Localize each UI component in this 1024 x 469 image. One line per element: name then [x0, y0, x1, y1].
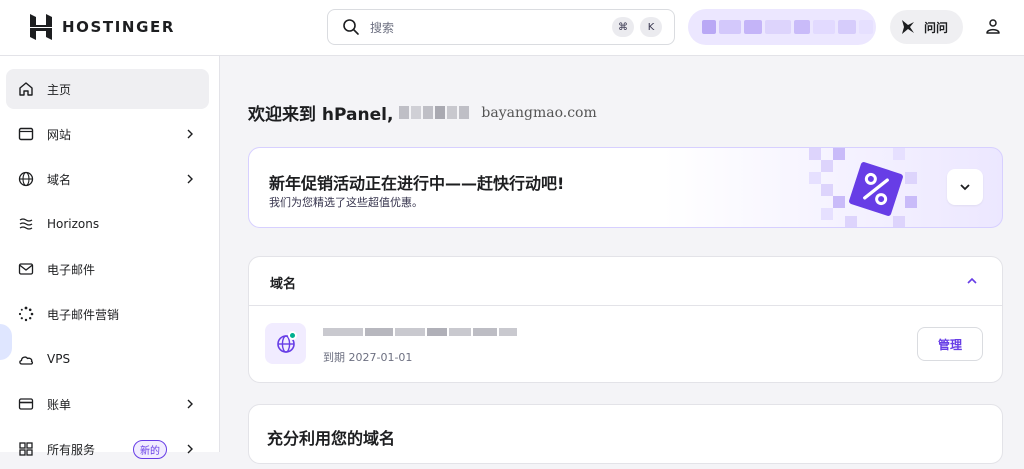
account-name-redacted [702, 20, 873, 34]
domains-card-header[interactable]: 域名 [249, 257, 1002, 306]
sidebar-item-email[interactable]: 电子邮件 [6, 249, 209, 289]
hostinger-logo-icon [30, 14, 52, 40]
sidebar-item-domains[interactable]: 域名 [6, 159, 209, 199]
sidebar-item-email-marketing[interactable]: 电子邮件营销 [6, 294, 209, 334]
sidebar-item-label: 电子邮件 [47, 262, 96, 277]
promo-expand-button[interactable] [947, 169, 983, 205]
search-icon [343, 19, 359, 35]
chevron-right-icon [187, 129, 193, 139]
sidebar: 主页 网站 域名 Horizons 电子邮件 电子邮件营销 VPS 账单 所有服… [0, 56, 220, 459]
shortcut-cmd-key: ⌘ [612, 17, 634, 37]
promo-subtitle: 我们为您精选了这些超值优惠。 [269, 196, 423, 209]
sidebar-item-home[interactable]: 主页 [6, 69, 209, 109]
sidebar-item-billing[interactable]: 账单 [6, 384, 209, 424]
sidebar-item-websites[interactable]: 网站 [6, 114, 209, 154]
ask-ai-button[interactable]: 问问 [890, 10, 963, 44]
domains-card: 域名 到期 2027-01-01 管理 [248, 256, 1003, 383]
domain-expiry-date: 到期 2027-01-01 [323, 351, 413, 364]
globe-icon [18, 171, 34, 187]
sidebar-item-horizons[interactable]: Horizons [6, 204, 209, 244]
domain-tips-title: 充分利用您的域名 [267, 429, 396, 448]
username-redacted [399, 106, 470, 119]
ask-ai-label: 问问 [924, 20, 949, 35]
search-placeholder: 搜索 [370, 20, 395, 35]
domain-active-status-dot [288, 331, 297, 340]
sidebar-item-label: 网站 [47, 127, 72, 142]
grid-icon [19, 442, 33, 456]
sidebar-item-label: 所有服务 [47, 442, 96, 457]
envelope-icon [18, 263, 34, 275]
chevron-up-icon[interactable] [966, 275, 978, 287]
sidebar-item-label: 域名 [47, 172, 72, 187]
chevron-right-icon [187, 399, 193, 409]
top-bar: HOSTINGER 搜索 ⌘ K 问问 [0, 0, 1024, 56]
credit-card-icon [18, 398, 34, 410]
user-account-icon[interactable] [985, 18, 1001, 34]
chevron-down-icon [960, 184, 970, 191]
chevron-right-icon [187, 174, 193, 184]
account-selector[interactable] [688, 9, 876, 45]
horizons-waves-icon [19, 218, 33, 230]
manage-domain-button[interactable]: 管理 [917, 327, 983, 361]
browser-window-icon [18, 127, 34, 141]
loader-dots-icon [18, 306, 34, 322]
sidebar-item-all-services[interactable]: 所有服务 新的 [6, 429, 209, 469]
sidebar-item-label: Horizons [47, 217, 100, 231]
home-icon [19, 82, 33, 96]
shortcut-k-key: K [640, 17, 662, 37]
sidebar-item-label: 主页 [47, 82, 72, 97]
cloud-icon [19, 356, 34, 365]
sidebar-item-vps[interactable]: VPS [6, 339, 209, 379]
chevron-right-icon [187, 444, 193, 454]
brand-name: HOSTINGER [62, 18, 175, 36]
sidebar-item-label: 账单 [47, 397, 72, 412]
domain-tips-card: 充分利用您的域名 [248, 404, 1003, 464]
new-badge: 新的 [133, 439, 167, 459]
domains-card-title: 域名 [270, 277, 297, 292]
sidebar-item-label: 电子邮件营销 [47, 307, 120, 322]
discount-percent-icon [849, 162, 903, 216]
promo-title: 新年促销活动正在进行中——赶快行动吧! [269, 174, 565, 193]
search-input[interactable]: 搜索 ⌘ K [327, 9, 675, 45]
domain-globe-badge [265, 323, 306, 364]
promo-banner[interactable]: 新年促销活动正在进行中——赶快行动吧! 我们为您精选了这些超值优惠。 [248, 147, 1003, 228]
welcome-domain: bayangmao.com [481, 104, 597, 121]
sidebar-item-label: VPS [47, 352, 71, 366]
welcome-text: 欢迎来到 hPanel, [248, 105, 394, 125]
hostinger-logo[interactable]: HOSTINGER [30, 14, 175, 40]
domain-name-redacted [323, 328, 517, 336]
page-title: 欢迎来到 hPanel, bayangmao.com [248, 100, 597, 126]
kodee-ai-icon [902, 20, 914, 34]
